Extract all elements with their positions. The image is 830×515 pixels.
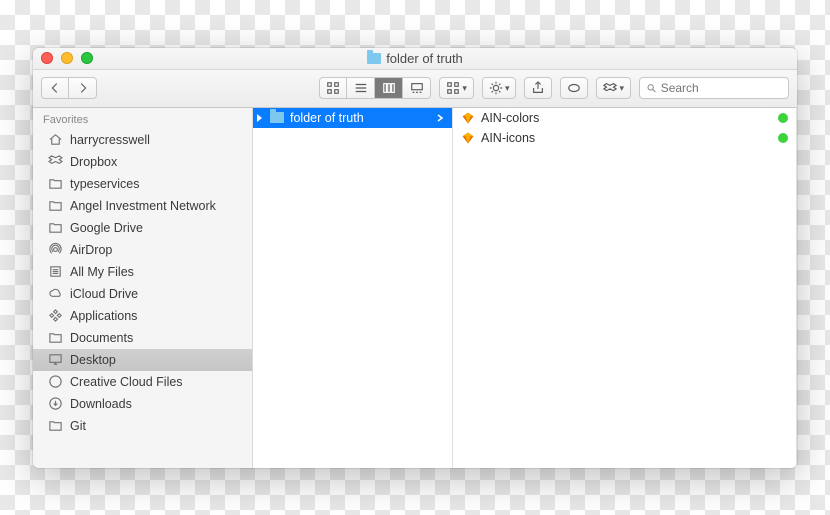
column-view-button[interactable] xyxy=(375,77,403,99)
sidebar-item-label: typeservices xyxy=(70,177,139,191)
sidebar-item-label: Dropbox xyxy=(70,155,117,169)
column-item[interactable]: AIN-icons xyxy=(453,128,796,148)
dropbox-icon xyxy=(47,154,63,170)
cloud-icon xyxy=(47,286,63,302)
folder-icon xyxy=(47,220,63,236)
airdrop-icon xyxy=(47,242,63,258)
sidebar-item-harrycresswell[interactable]: harrycresswell xyxy=(33,129,252,151)
item-label: AIN-icons xyxy=(481,131,535,145)
cc-icon xyxy=(47,374,63,390)
gallery-view-button[interactable] xyxy=(403,77,431,99)
sidebar-item-label: Downloads xyxy=(70,397,132,411)
sidebar-item-label: Git xyxy=(70,419,86,433)
tags-button[interactable] xyxy=(560,77,588,99)
allfiles-icon xyxy=(47,264,63,280)
sidebar-section-header: Favorites xyxy=(33,108,252,129)
sidebar-item-git[interactable]: Git xyxy=(33,415,252,437)
sidebar-item-label: Creative Cloud Files xyxy=(70,375,183,389)
apps-icon xyxy=(47,308,63,324)
titlebar[interactable]: folder of truth xyxy=(33,48,797,70)
sidebar-item-airdrop[interactable]: AirDrop xyxy=(33,239,252,261)
view-buttons xyxy=(319,77,431,99)
sidebar-item-dropbox[interactable]: Dropbox xyxy=(33,151,252,173)
tag-indicator xyxy=(778,133,788,143)
disclosure-triangle-icon xyxy=(257,114,262,122)
sidebar: Favorites harrycresswell Dropbox typeservi… xyxy=(33,108,253,468)
sidebar-item-label: Desktop xyxy=(70,353,116,367)
share-button[interactable] xyxy=(524,77,552,99)
sidebar-item-label: iCloud Drive xyxy=(70,287,138,301)
folder-icon xyxy=(47,418,63,434)
downloads-icon xyxy=(47,396,63,412)
column-1: folder of truth xyxy=(253,108,453,468)
tag-indicator xyxy=(778,113,788,123)
home-icon xyxy=(47,132,63,148)
sidebar-item-label: All My Files xyxy=(70,265,134,279)
desktop-icon xyxy=(47,352,63,368)
toolbar: ▾ ▾ ▾ xyxy=(33,70,797,108)
sidebar-item-desktop[interactable]: Desktop xyxy=(33,349,252,371)
icon-view-button[interactable] xyxy=(319,77,347,99)
sidebar-item-icloud-drive[interactable]: iCloud Drive xyxy=(33,283,252,305)
sidebar-item-creative-cloud-files[interactable]: Creative Cloud Files xyxy=(33,371,252,393)
action-group: ▾ xyxy=(482,77,517,99)
finder-window: folder of truth ▾ ▾ ▾ Favorites xyxy=(33,48,797,468)
sidebar-item-typeservices[interactable]: typeservices xyxy=(33,173,252,195)
search-icon xyxy=(646,82,657,94)
sidebar-item-label: Documents xyxy=(70,331,133,345)
list-view-button[interactable] xyxy=(347,77,375,99)
sidebar-item-applications[interactable]: Applications xyxy=(33,305,252,327)
folder-icon xyxy=(47,198,63,214)
arrange-group: ▾ xyxy=(439,77,474,99)
arrange-button[interactable]: ▾ xyxy=(439,77,474,99)
column-item[interactable]: folder of truth xyxy=(253,108,452,128)
sidebar-item-downloads[interactable]: Downloads xyxy=(33,393,252,415)
sidebar-item-label: harrycresswell xyxy=(70,133,150,147)
column-item[interactable]: AIN-colors xyxy=(453,108,796,128)
chevron-right-icon xyxy=(436,111,444,125)
folder-icon xyxy=(47,330,63,346)
window-title: folder of truth xyxy=(33,51,797,66)
sidebar-item-label: Google Drive xyxy=(70,221,143,235)
folder-icon xyxy=(270,112,284,123)
sketch-file-icon xyxy=(461,131,475,145)
action-button[interactable]: ▾ xyxy=(482,77,517,99)
item-label: folder of truth xyxy=(290,111,364,125)
sketch-file-icon xyxy=(461,111,475,125)
sidebar-item-label: Angel Investment Network xyxy=(70,199,216,213)
search-input[interactable] xyxy=(661,81,782,95)
forward-button[interactable] xyxy=(69,77,97,99)
window-title-text: folder of truth xyxy=(386,51,463,66)
nav-buttons xyxy=(41,77,97,99)
content-area: Favorites harrycresswell Dropbox typeservi… xyxy=(33,108,797,468)
folder-icon xyxy=(367,53,381,64)
sidebar-item-documents[interactable]: Documents xyxy=(33,327,252,349)
column-2: AIN-colors AIN-icons xyxy=(453,108,797,468)
sidebar-item-google-drive[interactable]: Google Drive xyxy=(33,217,252,239)
folder-icon xyxy=(47,176,63,192)
sidebar-item-all-my-files[interactable]: All My Files xyxy=(33,261,252,283)
sidebar-item-label: AirDrop xyxy=(70,243,112,257)
back-button[interactable] xyxy=(41,77,69,99)
sidebar-item-angel-investment-network[interactable]: Angel Investment Network xyxy=(33,195,252,217)
search-field[interactable] xyxy=(639,77,789,99)
item-label: AIN-colors xyxy=(481,111,539,125)
sidebar-item-label: Applications xyxy=(70,309,137,323)
dropbox-button[interactable]: ▾ xyxy=(596,77,631,99)
